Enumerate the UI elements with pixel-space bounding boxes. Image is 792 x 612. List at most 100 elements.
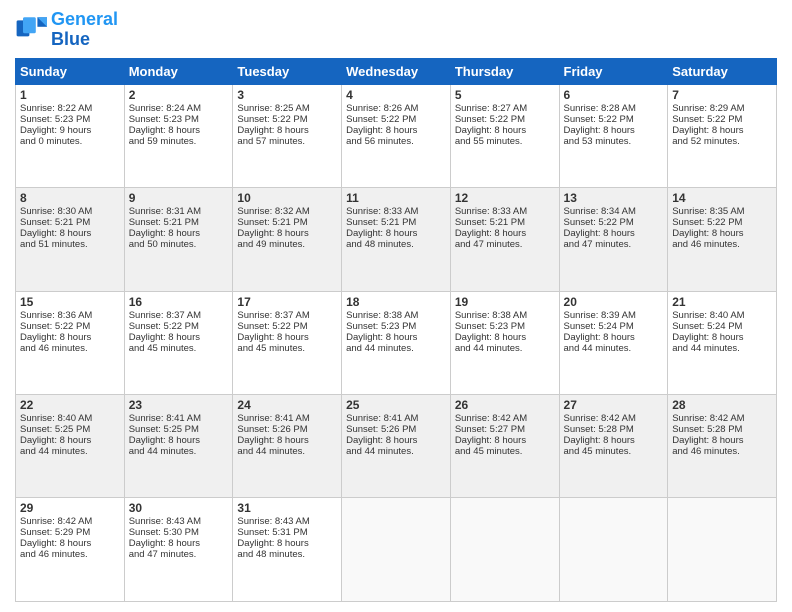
- day-info: Sunset: 5:22 PM: [672, 217, 772, 228]
- day-header: Friday: [559, 58, 668, 84]
- day-header: Sunday: [16, 58, 125, 84]
- day-info: Daylight: 8 hours: [20, 228, 120, 239]
- day-info: Sunset: 5:22 PM: [237, 321, 337, 332]
- day-number: 28: [672, 398, 772, 412]
- day-info: and 44 minutes.: [672, 343, 772, 354]
- day-info: Sunrise: 8:28 AM: [564, 103, 664, 114]
- day-info: Sunrise: 8:32 AM: [237, 206, 337, 217]
- calendar-cell: 16Sunrise: 8:37 AMSunset: 5:22 PMDayligh…: [124, 291, 233, 394]
- calendar-cell: 30Sunrise: 8:43 AMSunset: 5:30 PMDayligh…: [124, 498, 233, 602]
- day-info: Sunset: 5:21 PM: [237, 217, 337, 228]
- day-info: Sunset: 5:22 PM: [237, 114, 337, 125]
- day-info: Sunset: 5:23 PM: [129, 114, 229, 125]
- day-info: Daylight: 8 hours: [455, 435, 555, 446]
- calendar-cell: 31Sunrise: 8:43 AMSunset: 5:31 PMDayligh…: [233, 498, 342, 602]
- day-info: and 44 minutes.: [346, 343, 446, 354]
- day-number: 16: [129, 295, 229, 309]
- day-info: Sunrise: 8:25 AM: [237, 103, 337, 114]
- day-info: Daylight: 8 hours: [564, 332, 664, 343]
- day-number: 11: [346, 191, 446, 205]
- calendar-cell: [559, 498, 668, 602]
- calendar-cell: 15Sunrise: 8:36 AMSunset: 5:22 PMDayligh…: [16, 291, 125, 394]
- calendar-week: 22Sunrise: 8:40 AMSunset: 5:25 PMDayligh…: [16, 395, 777, 498]
- day-info: and 44 minutes.: [20, 446, 120, 457]
- calendar-cell: 21Sunrise: 8:40 AMSunset: 5:24 PMDayligh…: [668, 291, 777, 394]
- calendar-cell: 28Sunrise: 8:42 AMSunset: 5:28 PMDayligh…: [668, 395, 777, 498]
- calendar-cell: 17Sunrise: 8:37 AMSunset: 5:22 PMDayligh…: [233, 291, 342, 394]
- day-info: and 55 minutes.: [455, 136, 555, 147]
- day-info: and 44 minutes.: [564, 343, 664, 354]
- day-info: Sunset: 5:24 PM: [564, 321, 664, 332]
- calendar-cell: [668, 498, 777, 602]
- logo: General Blue: [15, 10, 118, 50]
- calendar-cell: 26Sunrise: 8:42 AMSunset: 5:27 PMDayligh…: [450, 395, 559, 498]
- day-info: Sunrise: 8:38 AM: [455, 310, 555, 321]
- day-info: Daylight: 8 hours: [455, 228, 555, 239]
- day-info: Daylight: 8 hours: [455, 332, 555, 343]
- day-info: Sunrise: 8:42 AM: [672, 413, 772, 424]
- day-info: Sunrise: 8:27 AM: [455, 103, 555, 114]
- calendar-week: 29Sunrise: 8:42 AMSunset: 5:29 PMDayligh…: [16, 498, 777, 602]
- day-info: Daylight: 8 hours: [346, 228, 446, 239]
- day-info: Sunset: 5:30 PM: [129, 527, 229, 538]
- day-info: Daylight: 8 hours: [672, 332, 772, 343]
- day-info: Daylight: 8 hours: [455, 125, 555, 136]
- day-info: Daylight: 8 hours: [20, 435, 120, 446]
- day-info: Sunrise: 8:41 AM: [129, 413, 229, 424]
- day-number: 24: [237, 398, 337, 412]
- day-info: Daylight: 8 hours: [672, 125, 772, 136]
- day-info: and 59 minutes.: [129, 136, 229, 147]
- day-number: 4: [346, 88, 446, 102]
- calendar-cell: 2Sunrise: 8:24 AMSunset: 5:23 PMDaylight…: [124, 84, 233, 187]
- day-info: Daylight: 8 hours: [346, 332, 446, 343]
- logo-text: General Blue: [51, 10, 118, 50]
- day-number: 19: [455, 295, 555, 309]
- day-info: Daylight: 8 hours: [672, 435, 772, 446]
- calendar-week: 15Sunrise: 8:36 AMSunset: 5:22 PMDayligh…: [16, 291, 777, 394]
- logo-icon: [15, 14, 47, 46]
- day-number: 29: [20, 501, 120, 515]
- calendar-cell: 3Sunrise: 8:25 AMSunset: 5:22 PMDaylight…: [233, 84, 342, 187]
- day-header: Tuesday: [233, 58, 342, 84]
- day-info: Sunset: 5:22 PM: [346, 114, 446, 125]
- day-info: Sunrise: 8:37 AM: [129, 310, 229, 321]
- calendar-cell: 19Sunrise: 8:38 AMSunset: 5:23 PMDayligh…: [450, 291, 559, 394]
- day-number: 31: [237, 501, 337, 515]
- day-number: 12: [455, 191, 555, 205]
- day-info: Sunrise: 8:36 AM: [20, 310, 120, 321]
- day-info: Sunset: 5:28 PM: [564, 424, 664, 435]
- calendar-week: 8Sunrise: 8:30 AMSunset: 5:21 PMDaylight…: [16, 188, 777, 291]
- day-number: 3: [237, 88, 337, 102]
- day-info: Sunset: 5:27 PM: [455, 424, 555, 435]
- day-info: Sunset: 5:23 PM: [455, 321, 555, 332]
- day-info: Sunrise: 8:40 AM: [672, 310, 772, 321]
- day-info: Sunset: 5:22 PM: [20, 321, 120, 332]
- day-info: Sunrise: 8:35 AM: [672, 206, 772, 217]
- calendar-cell: 25Sunrise: 8:41 AMSunset: 5:26 PMDayligh…: [342, 395, 451, 498]
- day-info: and 45 minutes.: [129, 343, 229, 354]
- day-number: 14: [672, 191, 772, 205]
- day-info: Daylight: 8 hours: [129, 538, 229, 549]
- day-info: and 51 minutes.: [20, 239, 120, 250]
- day-number: 26: [455, 398, 555, 412]
- day-number: 10: [237, 191, 337, 205]
- day-number: 1: [20, 88, 120, 102]
- calendar-cell: 13Sunrise: 8:34 AMSunset: 5:22 PMDayligh…: [559, 188, 668, 291]
- day-info: Daylight: 8 hours: [20, 332, 120, 343]
- day-info: and 46 minutes.: [672, 446, 772, 457]
- day-info: Sunset: 5:22 PM: [564, 217, 664, 228]
- day-info: Sunset: 5:23 PM: [20, 114, 120, 125]
- day-info: Sunset: 5:21 PM: [20, 217, 120, 228]
- day-info: Sunrise: 8:39 AM: [564, 310, 664, 321]
- day-info: and 48 minutes.: [346, 239, 446, 250]
- day-info: and 47 minutes.: [455, 239, 555, 250]
- day-info: Sunrise: 8:38 AM: [346, 310, 446, 321]
- day-info: Daylight: 8 hours: [237, 538, 337, 549]
- day-info: Sunset: 5:21 PM: [455, 217, 555, 228]
- day-number: 20: [564, 295, 664, 309]
- day-info: Sunset: 5:21 PM: [129, 217, 229, 228]
- day-info: Sunrise: 8:29 AM: [672, 103, 772, 114]
- day-info: Sunset: 5:25 PM: [129, 424, 229, 435]
- day-info: Sunrise: 8:42 AM: [564, 413, 664, 424]
- day-info: and 45 minutes.: [455, 446, 555, 457]
